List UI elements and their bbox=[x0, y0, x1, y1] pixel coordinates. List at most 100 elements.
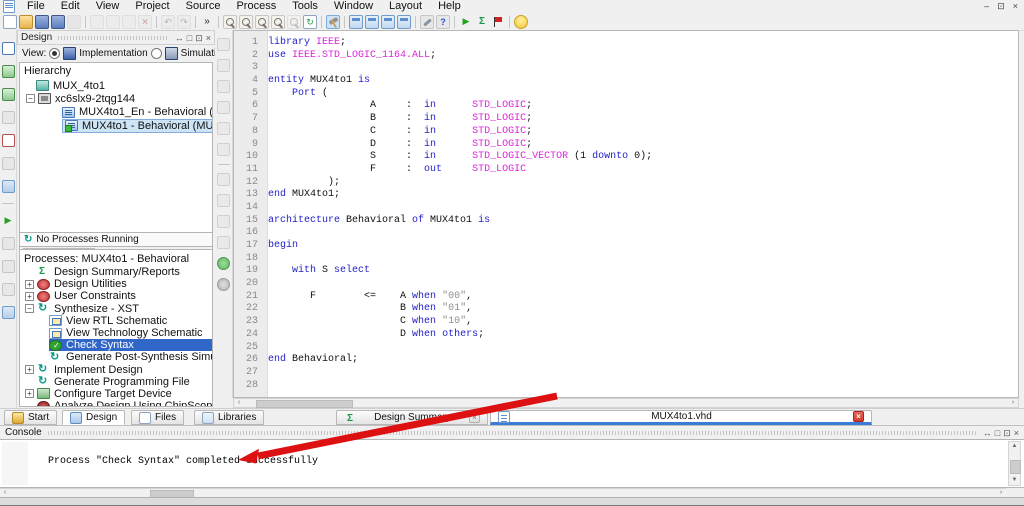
lightbulb-icon[interactable] bbox=[514, 15, 528, 29]
tree-expander[interactable]: + bbox=[25, 389, 34, 398]
panel-tab-design[interactable]: Design bbox=[62, 410, 125, 425]
overflow-chevron-icon[interactable] bbox=[200, 15, 214, 29]
process-item[interactable]: +User Constraints bbox=[20, 290, 212, 302]
document-tab-mux4to1-vhd[interactable]: MUX4to1.vhd× bbox=[490, 410, 872, 425]
hierarchy-item[interactable]: MUX_4to1 bbox=[20, 79, 212, 92]
tile-horizontal-icon[interactable] bbox=[397, 15, 411, 29]
undo-line-icon[interactable] bbox=[217, 101, 230, 114]
process-item[interactable]: Analyze Design Using ChipScope bbox=[20, 400, 212, 407]
hierarchy-view-icon[interactable] bbox=[2, 111, 15, 124]
remove-source-icon[interactable] bbox=[2, 134, 15, 147]
tree-expander[interactable]: + bbox=[25, 365, 34, 374]
scrollbar-thumb[interactable] bbox=[256, 400, 353, 408]
hammer-icon[interactable] bbox=[326, 15, 340, 29]
drag-handle[interactable] bbox=[58, 36, 169, 40]
float-panel-button[interactable]: ↔ bbox=[175, 32, 184, 44]
tree-expander[interactable]: − bbox=[25, 304, 34, 313]
rerun-all-processes-icon[interactable] bbox=[2, 260, 15, 273]
scroll-up-arrow[interactable]: ▲ bbox=[1009, 442, 1020, 451]
close-panel-button[interactable]: × bbox=[1014, 427, 1019, 439]
close-panel-button[interactable]: × bbox=[206, 32, 211, 44]
cascade-windows-icon[interactable] bbox=[365, 15, 379, 29]
rerun-process-icon[interactable] bbox=[2, 237, 15, 250]
design-overview-icon[interactable] bbox=[2, 180, 15, 193]
menu-tools[interactable]: Tools bbox=[284, 0, 326, 13]
console-titlebar[interactable]: Console ↔□⊡× bbox=[0, 425, 1024, 439]
scroll-left-arrow[interactable]: ‹ bbox=[234, 399, 244, 407]
process-item[interactable]: +Design Utilities bbox=[20, 278, 212, 290]
hierarchy-box[interactable]: Hierarchy MUX_4to1−xc6slx9-2tqg144MUX4to… bbox=[19, 62, 213, 260]
menu-file[interactable]: File bbox=[19, 0, 53, 13]
save-all-icon[interactable] bbox=[51, 15, 65, 29]
mark-pen-2-icon[interactable] bbox=[217, 194, 230, 207]
tree-expander[interactable]: + bbox=[25, 292, 34, 301]
zoom-full-icon[interactable] bbox=[255, 15, 269, 29]
scrollbar-thumb[interactable] bbox=[1010, 460, 1021, 474]
zoom-out-icon[interactable] bbox=[239, 15, 253, 29]
open-file-icon[interactable] bbox=[19, 15, 33, 29]
process-item[interactable]: +Configure Target Device bbox=[20, 388, 212, 400]
view-report-icon[interactable] bbox=[2, 306, 15, 319]
redo-line-icon[interactable] bbox=[217, 143, 230, 156]
refresh-doc-icon[interactable] bbox=[303, 15, 317, 29]
restore-button[interactable]: ⊡ bbox=[997, 0, 1005, 13]
float-panel-button[interactable]: ↔ bbox=[983, 427, 992, 439]
maximize-panel-button[interactable]: □ bbox=[187, 32, 192, 44]
menu-edit[interactable]: Edit bbox=[53, 0, 88, 13]
summary-icon[interactable] bbox=[475, 15, 489, 29]
view-radio-implementation[interactable] bbox=[49, 48, 60, 59]
zoom-region-icon[interactable] bbox=[271, 15, 285, 29]
wrench-icon[interactable] bbox=[420, 15, 434, 29]
console-vscrollbar[interactable]: ▲ ▼ bbox=[1008, 441, 1021, 486]
restore-panel-button[interactable]: ⊡ bbox=[195, 32, 203, 44]
scroll-right-arrow[interactable]: › bbox=[996, 489, 1006, 497]
stop-process-icon[interactable] bbox=[2, 283, 15, 296]
scroll-right-arrow[interactable]: › bbox=[1008, 399, 1018, 407]
outdent-icon[interactable] bbox=[217, 122, 230, 135]
process-item[interactable]: Design Summary/Reports bbox=[20, 266, 212, 278]
mark-pen-4-icon[interactable] bbox=[217, 236, 230, 249]
mark-pen-3-icon[interactable] bbox=[217, 215, 230, 228]
mark-pen-icon[interactable] bbox=[217, 173, 230, 186]
new-file-icon[interactable] bbox=[3, 15, 17, 29]
bookmark-green-icon[interactable] bbox=[217, 257, 230, 270]
scroll-down-arrow[interactable]: ▼ bbox=[1009, 476, 1020, 485]
save-icon[interactable] bbox=[35, 15, 49, 29]
bookmark-gray-icon[interactable] bbox=[217, 278, 230, 291]
menu-help[interactable]: Help bbox=[430, 0, 469, 13]
panel-tab-libraries[interactable]: Libraries bbox=[194, 410, 264, 425]
process-item[interactable]: Generate Post-Synthesis Simulation ... bbox=[20, 351, 212, 363]
menu-project[interactable]: Project bbox=[127, 0, 177, 13]
console-panel[interactable]: Process "Check Syntax" completed success… bbox=[0, 439, 1024, 488]
tile-vertical-icon[interactable] bbox=[381, 15, 395, 29]
design-panel-titlebar[interactable]: Design ↔□⊡× bbox=[17, 30, 215, 45]
run-process-icon[interactable] bbox=[2, 214, 15, 227]
drag-handle[interactable] bbox=[48, 431, 977, 435]
add-copy-source-icon[interactable] bbox=[2, 88, 15, 101]
panel-tab-files[interactable]: Files bbox=[131, 410, 184, 425]
restore-panel-button[interactable]: ⊡ bbox=[1003, 427, 1011, 439]
hierarchy-item[interactable]: MUX4to1 - Behavioral (MUX4to1.vhd) bbox=[20, 119, 212, 132]
add-source-icon[interactable] bbox=[2, 65, 15, 78]
process-item[interactable]: Generate Programming File bbox=[20, 376, 212, 388]
process-item[interactable]: −Synthesize - XST bbox=[20, 303, 212, 315]
hierarchy-item[interactable]: MUX4to1_En - Behavioral (MUX4to1_En.vhd) bbox=[20, 106, 212, 119]
document-tab-design-summary[interactable]: Design Summary× bbox=[336, 410, 488, 425]
panel-tab-start[interactable]: Start bbox=[4, 410, 57, 425]
maximize-panel-button[interactable]: □ bbox=[995, 427, 1000, 439]
stop-icon[interactable] bbox=[491, 15, 505, 29]
menu-source[interactable]: Source bbox=[178, 0, 229, 13]
tree-expander[interactable]: + bbox=[25, 280, 34, 289]
context-help-icon[interactable] bbox=[436, 15, 450, 29]
new-window-icon[interactable] bbox=[349, 15, 363, 29]
view-radio-simulation[interactable] bbox=[151, 48, 162, 59]
nav-list-icon[interactable] bbox=[217, 59, 230, 72]
zoom-in-icon[interactable] bbox=[223, 15, 237, 29]
menu-view[interactable]: View bbox=[88, 0, 128, 13]
close-button[interactable]: × bbox=[1013, 0, 1018, 13]
run-icon[interactable] bbox=[459, 15, 473, 29]
menu-layout[interactable]: Layout bbox=[381, 0, 430, 13]
process-item[interactable]: Check Syntax bbox=[20, 339, 212, 351]
menu-process[interactable]: Process bbox=[228, 0, 284, 13]
process-item[interactable]: View RTL Schematic bbox=[20, 315, 212, 327]
